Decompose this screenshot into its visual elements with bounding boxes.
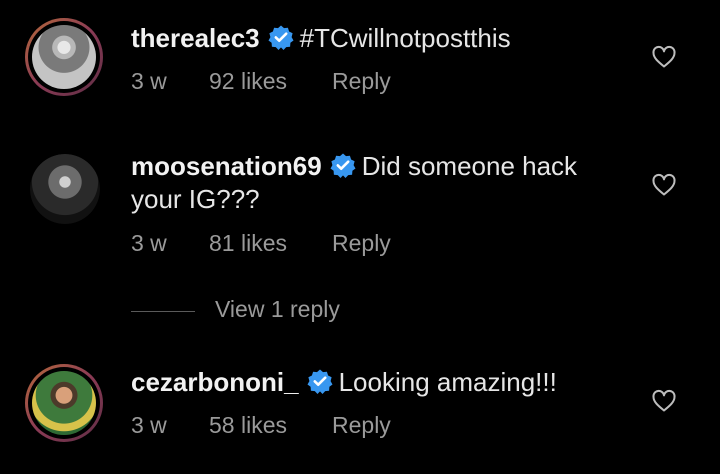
reply-button[interactable]: Reply bbox=[332, 230, 391, 257]
view-replies-label[interactable]: View 1 reply bbox=[215, 296, 340, 323]
verified-badge-icon bbox=[330, 152, 356, 178]
comment-text-block: cezarbononi_ Looking amazing!!! bbox=[131, 366, 610, 399]
reply-button[interactable]: Reply bbox=[332, 412, 391, 439]
view-replies-divider bbox=[131, 311, 195, 312]
comment-likes[interactable]: 81 likes bbox=[209, 230, 287, 257]
comment-time: 3 w bbox=[131, 68, 167, 94]
comment-body: Did someone hack bbox=[361, 151, 578, 181]
heart-icon[interactable] bbox=[651, 388, 677, 414]
comment-time: 3 w bbox=[131, 412, 167, 438]
comment-body: #TCwillnotpostthis bbox=[299, 23, 511, 53]
comment-likes[interactable]: 58 likes bbox=[209, 412, 287, 439]
avatar[interactable] bbox=[25, 364, 103, 442]
comment-username[interactable]: moosenation69 bbox=[131, 151, 322, 181]
heart-icon[interactable] bbox=[651, 44, 677, 70]
comment-text-block: therealec3 #TCwillnotpostthis bbox=[131, 22, 610, 55]
verified-badge-icon bbox=[307, 368, 333, 394]
comment-username[interactable]: therealec3 bbox=[131, 23, 260, 53]
reply-button[interactable]: Reply bbox=[332, 68, 391, 95]
comment-username[interactable]: cezarbononi_ bbox=[131, 367, 299, 397]
avatar[interactable] bbox=[25, 18, 103, 96]
comments-screen: therealec3 #TCwillnotpostthis 3 w 92 like… bbox=[0, 0, 720, 474]
comment-text-block: moosenation69 Did someone hack your IG??? bbox=[131, 150, 610, 216]
comment-body-continued: your IG??? bbox=[131, 184, 260, 214]
comment-time: 3 w bbox=[131, 230, 167, 256]
heart-icon[interactable] bbox=[651, 172, 677, 198]
comment-body: Looking amazing!!! bbox=[338, 367, 557, 397]
avatar[interactable] bbox=[30, 154, 100, 224]
comment-likes[interactable]: 92 likes bbox=[209, 68, 287, 95]
verified-badge-icon bbox=[268, 24, 294, 50]
